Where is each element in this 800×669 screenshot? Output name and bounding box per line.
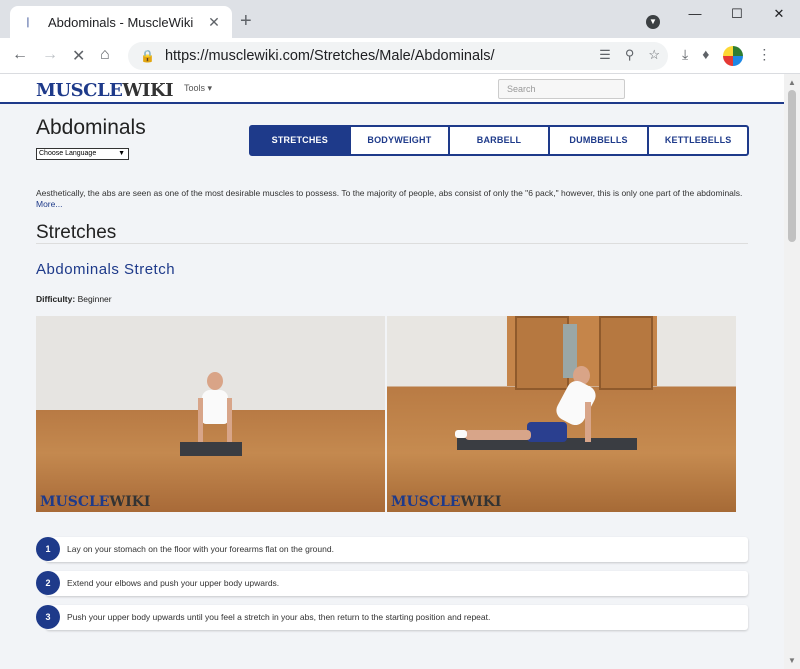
close-window-icon[interactable]: ✕ (758, 0, 800, 28)
site-favicon-icon: ❘ (23, 16, 33, 28)
person-figure (455, 360, 645, 446)
search-input[interactable]: Search (498, 79, 625, 99)
close-tab-icon[interactable]: ✕ (206, 14, 222, 31)
step-number: 3 (36, 605, 60, 629)
scrollbar-thumb[interactable] (788, 90, 796, 242)
step-text: Lay on your stomach on the floor with yo… (46, 537, 748, 562)
tools-menu[interactable]: Tools ▾ (184, 83, 212, 94)
exercise-image-front[interactable]: MUSCLEWIKI (36, 316, 385, 512)
step-number: 2 (36, 571, 60, 595)
section-heading: Stretches (36, 222, 117, 243)
bookmark-star-icon[interactable]: ☆ (648, 47, 660, 63)
forward-icon[interactable]: → (42, 46, 58, 64)
step-text: Extend your elbows and push your upper b… (46, 571, 748, 596)
maximize-icon[interactable]: ☐ (716, 0, 758, 28)
person-figure (198, 372, 232, 446)
stop-icon[interactable]: ✕ (72, 46, 85, 66)
tab-title: Abdominals - MuscleWiki (48, 14, 194, 30)
browser-toolbar: ← → ✕ ⌂ 🔒 https://musclewiki.com/Stretch… (0, 38, 800, 74)
browser-tab[interactable]: ❘ Abdominals - MuscleWiki ✕ (10, 6, 232, 38)
scroll-down-icon[interactable]: ▼ (788, 656, 796, 665)
page-scrollbar[interactable]: ▲ ▼ (784, 74, 800, 669)
window-controls: — ☐ ✕ (674, 0, 800, 28)
category-tabs: STRETCHES BODYWEIGHT BARBELL DUMBBELLS K… (249, 125, 749, 156)
difficulty: Difficulty: Beginner (36, 294, 112, 304)
language-select[interactable]: Choose Language ▼ (36, 148, 129, 160)
browser-tab-strip: ❘ Abdominals - MuscleWiki ✕ + ▼ — ☐ ✕ (0, 0, 800, 38)
profile-avatar[interactable] (723, 46, 744, 66)
tab-dumbbells[interactable]: DUMBBELLS (550, 127, 650, 154)
lock-icon[interactable]: 🔒 (140, 49, 155, 63)
minimize-icon[interactable]: — (674, 0, 716, 28)
back-icon[interactable]: ← (12, 46, 28, 64)
image-watermark-logo: MUSCLEWIKI (40, 494, 151, 510)
tab-barbell[interactable]: BARBELL (450, 127, 550, 154)
scroll-up-icon[interactable]: ▲ (788, 78, 796, 87)
step-number: 1 (36, 537, 60, 561)
download-icon[interactable]: ⤓ (682, 46, 688, 66)
translate-icon[interactable]: ☰ (599, 47, 611, 63)
step-item: 1 Lay on your stomach on the floor with … (36, 537, 748, 563)
more-link[interactable]: More... (36, 199, 62, 209)
exercise-steps: 1 Lay on your stomach on the floor with … (36, 537, 748, 639)
home-icon[interactable]: ⌂ (100, 46, 110, 64)
image-watermark-logo: MUSCLEWIKI (391, 494, 502, 510)
tab-kettlebells[interactable]: KETTLEBELLS (649, 127, 747, 154)
menu-icon[interactable]: ⋮ (757, 46, 771, 66)
site-header: MUSCLEWIKI Tools ▾ Search (0, 74, 784, 104)
section-divider (36, 243, 748, 244)
exercise-title[interactable]: Abdominals Stretch (36, 261, 175, 278)
extensions-icon[interactable]: ♦ (702, 46, 709, 66)
page-title: Abdominals (36, 116, 146, 139)
url-text[interactable]: https://musclewiki.com/Stretches/Male/Ab… (165, 48, 668, 64)
tab-stretches[interactable]: STRETCHES (251, 127, 351, 154)
site-logo[interactable]: MUSCLEWIKI (36, 80, 174, 101)
step-item: 3 Push your upper body upwards until you… (36, 605, 748, 631)
muscle-description: Aesthetically, the abs are seen as one o… (36, 188, 743, 198)
tab-search-icon[interactable]: ▼ (646, 15, 660, 29)
tab-bodyweight[interactable]: BODYWEIGHT (351, 127, 451, 154)
page-viewport: MUSCLEWIKI Tools ▾ Search Abdominals Cho… (0, 74, 784, 669)
address-bar[interactable]: 🔒 https://musclewiki.com/Stretches/Male/… (128, 42, 668, 70)
step-item: 2 Extend your elbows and push your upper… (36, 571, 748, 597)
exercise-image-side[interactable]: MUSCLEWIKI (387, 316, 736, 512)
chevron-down-icon: ▼ (118, 150, 125, 157)
step-text: Push your upper body upwards until you f… (46, 605, 748, 630)
zoom-icon[interactable]: ⚲ (625, 47, 635, 63)
new-tab-icon[interactable]: + (240, 10, 252, 33)
chevron-down-icon: ▾ (207, 83, 213, 93)
